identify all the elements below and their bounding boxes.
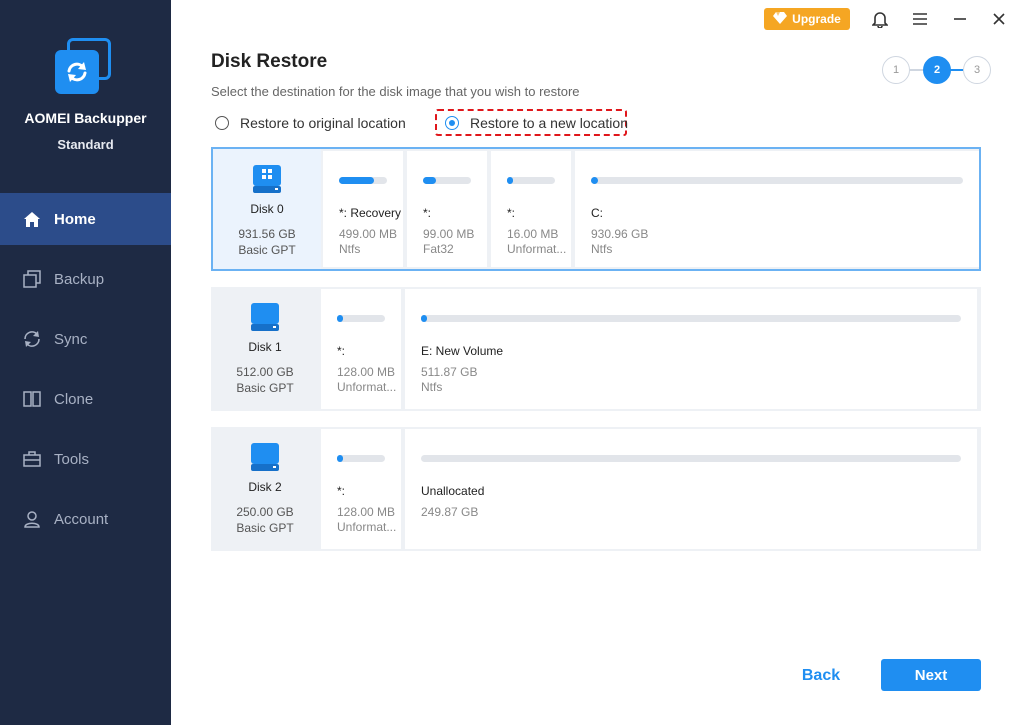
disk-type: Basic GPT	[236, 521, 294, 535]
nav-item-sync[interactable]: Sync	[0, 313, 171, 365]
nav-label: Sync	[54, 330, 88, 348]
partition-size: 128.00 MB	[337, 365, 396, 379]
minimize-icon[interactable]	[949, 8, 971, 30]
usage-bar-fill	[423, 177, 437, 184]
partition-label: *:	[337, 484, 346, 498]
disk-icon	[250, 303, 280, 334]
step-3: 3	[963, 56, 991, 84]
partition[interactable]: *: 128.00 MB Unformat...	[321, 289, 401, 409]
partition-label: *: Recovery	[339, 206, 402, 220]
disk-info: Disk 1 512.00 GB Basic GPT	[211, 287, 319, 411]
radio-button-selected[interactable]	[445, 116, 459, 130]
page-title: Disk Restore	[211, 51, 328, 72]
partition-fs: Unformat...	[507, 242, 567, 256]
usage-bar-fill	[339, 177, 374, 184]
disk-info: Disk 0 931.56 GB Basic GPT	[213, 149, 321, 269]
partition[interactable]: *: 128.00 MB Unformat...	[321, 429, 401, 549]
backup-icon	[22, 269, 42, 289]
partition-fs: Unformat...	[337, 380, 397, 394]
disk-row-1[interactable]: Disk 1 512.00 GB Basic GPT *: 128.00 MB …	[211, 287, 981, 411]
page-subtitle: Select the destination for the disk imag…	[211, 84, 580, 99]
disk-type: Basic GPT	[236, 381, 294, 395]
disk-name: Disk 0	[250, 202, 284, 216]
step-1: 1	[882, 56, 910, 84]
nav-label: Clone	[54, 390, 94, 408]
back-button[interactable]: Back	[790, 660, 852, 692]
nav-item-account[interactable]: Account	[0, 493, 171, 545]
app-name: AOMEI Backupper	[24, 110, 147, 126]
partition-label: Unallocated	[421, 484, 485, 498]
step-indicator: 1 2 3	[882, 56, 992, 84]
partition-label: C:	[591, 206, 603, 220]
nav-label: Backup	[54, 270, 105, 288]
partition[interactable]: *: 16.00 MB Unformat...	[491, 151, 571, 267]
app-edition: Standard	[57, 137, 114, 152]
partition-fs: Ntfs	[339, 242, 361, 256]
home-icon	[22, 209, 42, 229]
disk-name: Disk 2	[248, 480, 282, 494]
disk-info: Disk 2 250.00 GB Basic GPT	[211, 427, 319, 551]
disk-size: 250.00 GB	[236, 505, 294, 519]
partition-fs: Ntfs	[421, 380, 443, 394]
disk-icon	[250, 443, 280, 474]
unallocated-space[interactable]: Unallocated 249.87 GB	[405, 429, 977, 549]
menu-icon[interactable]	[909, 8, 931, 30]
disk-row-2[interactable]: Disk 2 250.00 GB Basic GPT *: 128.00 MB …	[211, 427, 981, 551]
upgrade-button[interactable]: Upgrade	[764, 8, 850, 30]
radio-button[interactable]	[215, 116, 229, 130]
nav-item-tools[interactable]: Tools	[0, 433, 171, 485]
disk-size: 512.00 GB	[236, 365, 294, 379]
partition[interactable]: E: New Volume 511.87 GB Ntfs	[405, 289, 977, 409]
usage-bar-fill	[337, 455, 343, 462]
partition-fs: Unformat...	[337, 520, 397, 534]
partition[interactable]: *: Recovery 499.00 MB Ntfs	[323, 151, 403, 267]
radio-new-location[interactable]: Restore to a new location	[445, 115, 628, 131]
partition-size: 16.00 MB	[507, 227, 559, 241]
sidebar: AOMEI Backupper Standard Home Backup Syn…	[0, 0, 171, 725]
bell-icon[interactable]	[869, 8, 891, 30]
partition-size: 249.87 GB	[421, 505, 479, 519]
partition[interactable]: C: 930.96 GB Ntfs	[575, 151, 979, 267]
partition-size: 511.87 GB	[421, 365, 478, 379]
step-2: 2	[923, 56, 951, 84]
nav-label: Tools	[54, 450, 90, 468]
upgrade-label: Upgrade	[792, 12, 841, 26]
partition-label: *:	[337, 344, 346, 358]
partition[interactable]: *: 99.00 MB Fat32	[407, 151, 487, 267]
close-icon[interactable]	[988, 8, 1010, 30]
nav-item-clone[interactable]: Clone	[0, 373, 171, 425]
radio-label: Restore to original location	[240, 115, 406, 131]
tools-icon	[22, 449, 42, 469]
sync-icon	[22, 329, 42, 349]
partition-size: 128.00 MB	[337, 505, 396, 519]
partition-label: *:	[423, 206, 432, 220]
diamond-icon	[773, 11, 788, 27]
app-logo-icon	[55, 38, 113, 94]
radio-original-location[interactable]: Restore to original location	[215, 115, 406, 131]
nav-item-home[interactable]: Home	[0, 193, 171, 245]
disk-type: Basic GPT	[238, 243, 296, 257]
partition-size: 930.96 GB	[591, 227, 649, 241]
usage-bar-fill	[421, 315, 427, 322]
nav-item-backup[interactable]: Backup	[0, 253, 171, 305]
account-icon	[22, 509, 42, 529]
disk-name: Disk 1	[248, 340, 282, 354]
usage-bar-fill	[507, 177, 513, 184]
partition-size: 99.00 MB	[423, 227, 475, 241]
partition-fs: Ntfs	[591, 242, 613, 256]
clone-icon	[22, 389, 42, 409]
windows-disk-icon	[252, 165, 282, 196]
partition-size: 499.00 MB	[339, 227, 398, 241]
usage-bar-fill	[337, 315, 343, 322]
next-button[interactable]: Next	[881, 659, 981, 691]
disk-row-0[interactable]: Disk 0 931.56 GB Basic GPT *: Recovery 4…	[211, 147, 981, 271]
radio-label: Restore to a new location	[470, 115, 628, 131]
partition-label: *:	[507, 206, 516, 220]
partition-label: E: New Volume	[421, 344, 504, 358]
nav-label: Account	[54, 510, 109, 528]
disk-size: 931.56 GB	[238, 227, 296, 241]
partition-fs: Fat32	[423, 242, 454, 256]
usage-bar-fill	[591, 177, 599, 184]
nav-label: Home	[54, 210, 96, 228]
